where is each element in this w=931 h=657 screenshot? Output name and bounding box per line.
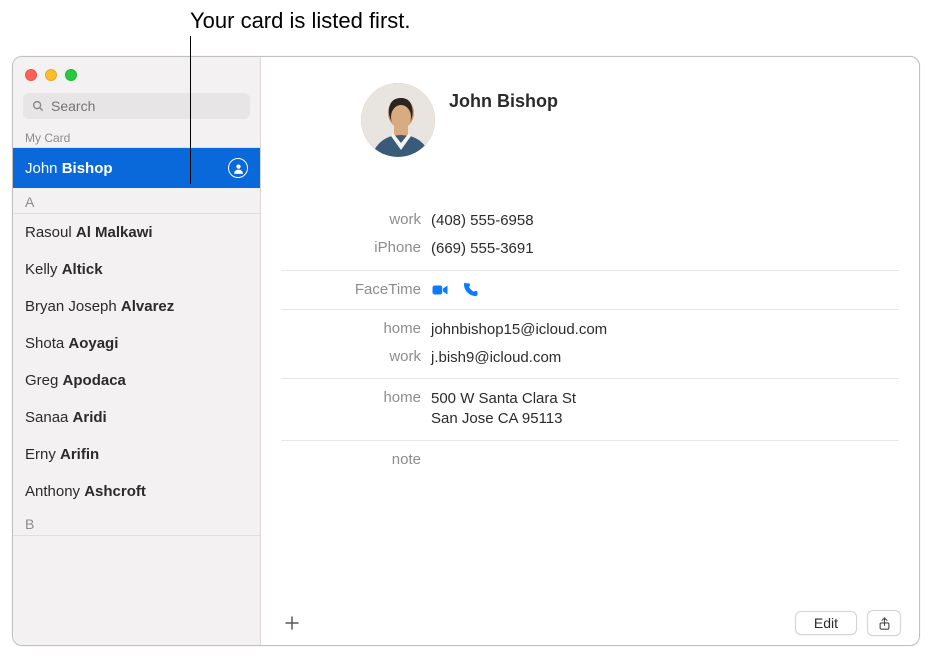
facetime-audio-icon[interactable]: [461, 281, 479, 299]
right-button-group: Edit: [795, 610, 901, 636]
share-button[interactable]: [867, 610, 901, 636]
divider: [281, 378, 899, 379]
field-label: home: [281, 389, 431, 430]
search-container: [13, 89, 260, 127]
contact-last-name: Aridi: [73, 409, 107, 426]
field-email-work: work j.bish9@icloud.com: [281, 344, 899, 372]
field-label: FaceTime: [281, 281, 431, 299]
field-value[interactable]: j.bish9@icloud.com: [431, 348, 561, 368]
field-address-home: home 500 W Santa Clara St San Jose CA 95…: [281, 385, 899, 434]
divider: [281, 309, 899, 310]
search-box[interactable]: [23, 93, 250, 119]
field-value[interactable]: johnbishop15@icloud.com: [431, 320, 607, 340]
divider: [281, 440, 899, 441]
contact-last-name: Altick: [62, 261, 103, 278]
me-badge-icon: [228, 158, 248, 178]
field-label: iPhone: [281, 239, 431, 259]
section-letter-a: A: [13, 188, 260, 214]
facetime-actions: [431, 281, 479, 299]
contact-row[interactable]: Shota Aoyagi: [13, 325, 260, 362]
detail-pane: John Bishop work (408) 555-6958 iPhone (…: [261, 57, 919, 645]
field-label: work: [281, 348, 431, 368]
search-input[interactable]: [51, 98, 242, 114]
field-label: note: [281, 451, 431, 468]
edit-button[interactable]: Edit: [795, 611, 857, 635]
close-window-button[interactable]: [25, 69, 37, 81]
facetime-video-icon[interactable]: [431, 281, 449, 299]
minimize-window-button[interactable]: [45, 69, 57, 81]
add-contact-button[interactable]: [279, 610, 305, 636]
search-icon: [31, 99, 45, 113]
detail-fields: work (408) 555-6958 iPhone (669) 555-369…: [261, 167, 919, 472]
field-value[interactable]: 500 W Santa Clara St San Jose CA 95113: [431, 389, 576, 430]
callout-text: Your card is listed first.: [190, 8, 411, 34]
contact-row[interactable]: Rasoul Al Malkawi: [13, 214, 260, 251]
contact-row[interactable]: Kelly Altick: [13, 251, 260, 288]
contact-first-name: Anthony: [25, 483, 80, 500]
contact-last-name: Alvarez: [121, 298, 174, 315]
contact-row[interactable]: Bryan Joseph Alvarez: [13, 288, 260, 325]
contact-last-name: Apodaca: [63, 372, 126, 389]
contact-first-name: Rasoul: [25, 224, 72, 241]
contact-last-name: Bishop: [62, 160, 113, 177]
contact-row-me[interactable]: John Bishop: [13, 148, 260, 188]
window-controls: [13, 57, 260, 89]
contact-last-name: Ashcroft: [84, 483, 146, 500]
field-phone-iphone: iPhone (669) 555-3691: [281, 235, 899, 263]
contact-row[interactable]: Greg Apodaca: [13, 362, 260, 399]
contact-last-name: Al Malkawi: [76, 224, 153, 241]
contacts-window: My Card John Bishop A Rasoul Al Malkawi …: [12, 56, 920, 646]
sidebar: My Card John Bishop A Rasoul Al Malkawi …: [13, 57, 261, 645]
contact-row[interactable]: Erny Arifin: [13, 436, 260, 473]
avatar[interactable]: [361, 83, 435, 157]
field-label: home: [281, 320, 431, 340]
contact-row[interactable]: Anthony Ashcroft: [13, 473, 260, 510]
contact-first-name: Erny: [25, 446, 56, 463]
contact-name: John Bishop: [449, 83, 558, 112]
fullscreen-window-button[interactable]: [65, 69, 77, 81]
contact-first-name: Shota: [25, 335, 64, 352]
contact-first-name: Bryan Joseph: [25, 298, 117, 315]
section-my-card: My Card: [13, 127, 260, 148]
detail-header: John Bishop: [261, 57, 919, 167]
field-facetime: FaceTime: [281, 277, 899, 303]
field-phone-work: work (408) 555-6958: [281, 207, 899, 235]
field-label: work: [281, 211, 431, 231]
field-value[interactable]: (408) 555-6958: [431, 211, 534, 231]
contact-last-name: Arifin: [60, 446, 99, 463]
contact-first-name: Kelly: [25, 261, 58, 278]
field-note: note: [281, 447, 899, 472]
contact-first-name: John: [25, 160, 58, 177]
field-value[interactable]: (669) 555-3691: [431, 239, 534, 259]
contact-first-name: Sanaa: [25, 409, 68, 426]
contact-row[interactable]: Sanaa Aridi: [13, 399, 260, 436]
contact-first-name: Greg: [25, 372, 58, 389]
contact-last-name: Aoyagi: [68, 335, 118, 352]
section-letter-b: B: [13, 510, 260, 536]
bottom-toolbar: Edit: [261, 601, 919, 645]
callout-line: [190, 36, 191, 184]
field-email-home: home johnbishop15@icloud.com: [281, 316, 899, 344]
divider: [281, 270, 899, 271]
